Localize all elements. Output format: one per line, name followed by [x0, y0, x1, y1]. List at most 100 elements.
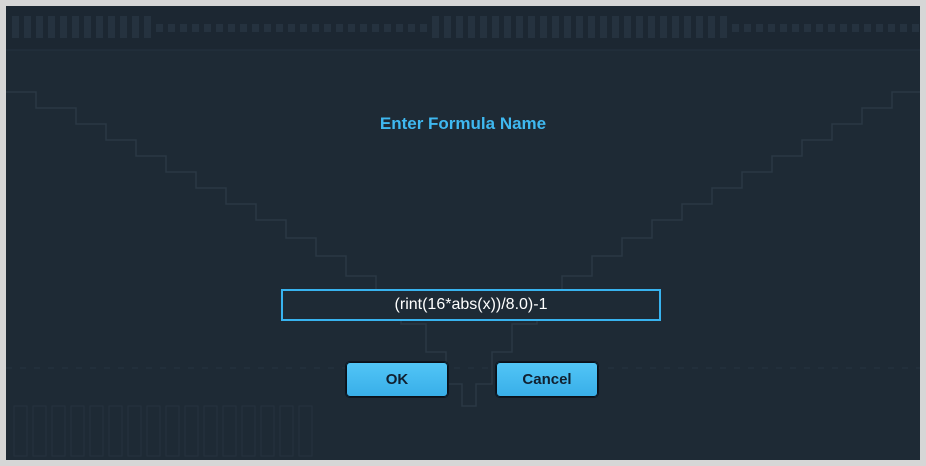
top-key-mark [900, 24, 907, 32]
bottom-bar-mark [32, 405, 47, 457]
top-key-mark [708, 16, 715, 38]
top-key-mark [432, 16, 439, 38]
top-key-mark [684, 16, 691, 38]
bottom-bar-mark [298, 405, 313, 457]
top-key-mark [108, 16, 115, 38]
top-key-mark [72, 16, 79, 38]
top-key-mark [576, 16, 583, 38]
top-key-mark [96, 16, 103, 38]
top-key-mark [264, 24, 271, 32]
top-key-mark [756, 24, 763, 32]
bottom-bar-mark [13, 405, 28, 457]
top-key-mark [156, 24, 163, 32]
top-key-mark [192, 24, 199, 32]
bottom-bar-mark [89, 405, 104, 457]
top-key-mark [720, 16, 727, 38]
top-key-mark [600, 16, 607, 38]
bottom-bar-mark [203, 405, 218, 457]
bottom-bar-mark [127, 405, 142, 457]
bottom-bar-strip [13, 405, 313, 457]
top-key-mark [552, 16, 559, 38]
top-key-mark [408, 24, 415, 32]
top-key-mark [864, 24, 871, 32]
cancel-button[interactable]: Cancel [495, 361, 599, 398]
top-key-mark [216, 24, 223, 32]
top-key-mark [660, 16, 667, 38]
top-key-mark [804, 24, 811, 32]
top-key-mark [696, 16, 703, 38]
bottom-bar-mark [279, 405, 294, 457]
bottom-bar-mark [165, 405, 180, 457]
top-key-mark [228, 24, 235, 32]
dialog-title: Enter Formula Name [379, 114, 547, 133]
top-key-mark [504, 16, 511, 38]
top-key-strip [6, 6, 920, 50]
bottom-bar-mark [241, 405, 256, 457]
top-key-mark [276, 24, 283, 32]
top-key-mark [792, 24, 799, 32]
top-key-mark [180, 24, 187, 32]
formula-editor-screen: Enter Formula Name OK Cancel [6, 6, 920, 460]
top-key-mark [744, 24, 751, 32]
top-key-mark [144, 16, 151, 38]
top-key-mark [312, 24, 319, 32]
top-key-mark [324, 24, 331, 32]
top-key-mark [120, 16, 127, 38]
bottom-bar-mark [51, 405, 66, 457]
top-key-mark [456, 16, 463, 38]
top-key-mark [372, 24, 379, 32]
bottom-bar-mark [146, 405, 161, 457]
bottom-bar-mark [70, 405, 85, 457]
top-key-mark [828, 24, 835, 32]
top-key-mark [516, 16, 523, 38]
top-key-mark [612, 16, 619, 38]
top-key-mark [852, 24, 859, 32]
top-key-mark [480, 16, 487, 38]
top-key-mark [492, 16, 499, 38]
top-key-mark [48, 16, 55, 38]
top-key-mark [912, 24, 919, 32]
top-key-mark [588, 16, 595, 38]
top-key-mark [672, 16, 679, 38]
top-key-mark [444, 16, 451, 38]
top-key-mark [888, 24, 895, 32]
stepped-waveform [6, 91, 920, 407]
ok-button[interactable]: OK [345, 361, 449, 398]
top-key-mark [468, 16, 475, 38]
top-key-mark [360, 24, 367, 32]
top-key-mark [336, 24, 343, 32]
top-key-mark [636, 16, 643, 38]
waveform-background [6, 6, 920, 457]
top-key-mark [624, 16, 631, 38]
top-key-mark [816, 24, 823, 32]
top-key-mark [768, 24, 775, 32]
formula-name-input[interactable] [281, 289, 661, 321]
top-key-mark [420, 24, 427, 32]
top-key-mark [252, 24, 259, 32]
bottom-bar-mark [108, 405, 123, 457]
top-key-mark [24, 16, 31, 38]
top-key-mark [384, 24, 391, 32]
bottom-bar-mark [184, 405, 199, 457]
top-key-mark [204, 24, 211, 32]
top-key-mark [564, 16, 571, 38]
top-key-mark [876, 24, 883, 32]
top-key-mark [60, 16, 67, 38]
top-key-mark [168, 24, 175, 32]
top-key-mark [240, 24, 247, 32]
top-key-mark [132, 16, 139, 38]
bottom-bar-mark [222, 405, 237, 457]
top-key-mark [300, 24, 307, 32]
top-key-mark [288, 24, 295, 32]
top-key-mark [396, 24, 403, 32]
top-key-mark [348, 24, 355, 32]
top-key-mark [528, 16, 535, 38]
top-key-mark [648, 16, 655, 38]
top-key-mark [12, 16, 19, 38]
top-key-mark [36, 16, 43, 38]
top-key-mark [540, 16, 547, 38]
top-key-mark [780, 24, 787, 32]
bottom-bar-mark [260, 405, 275, 457]
top-key-mark [732, 24, 739, 32]
top-key-mark [840, 24, 847, 32]
